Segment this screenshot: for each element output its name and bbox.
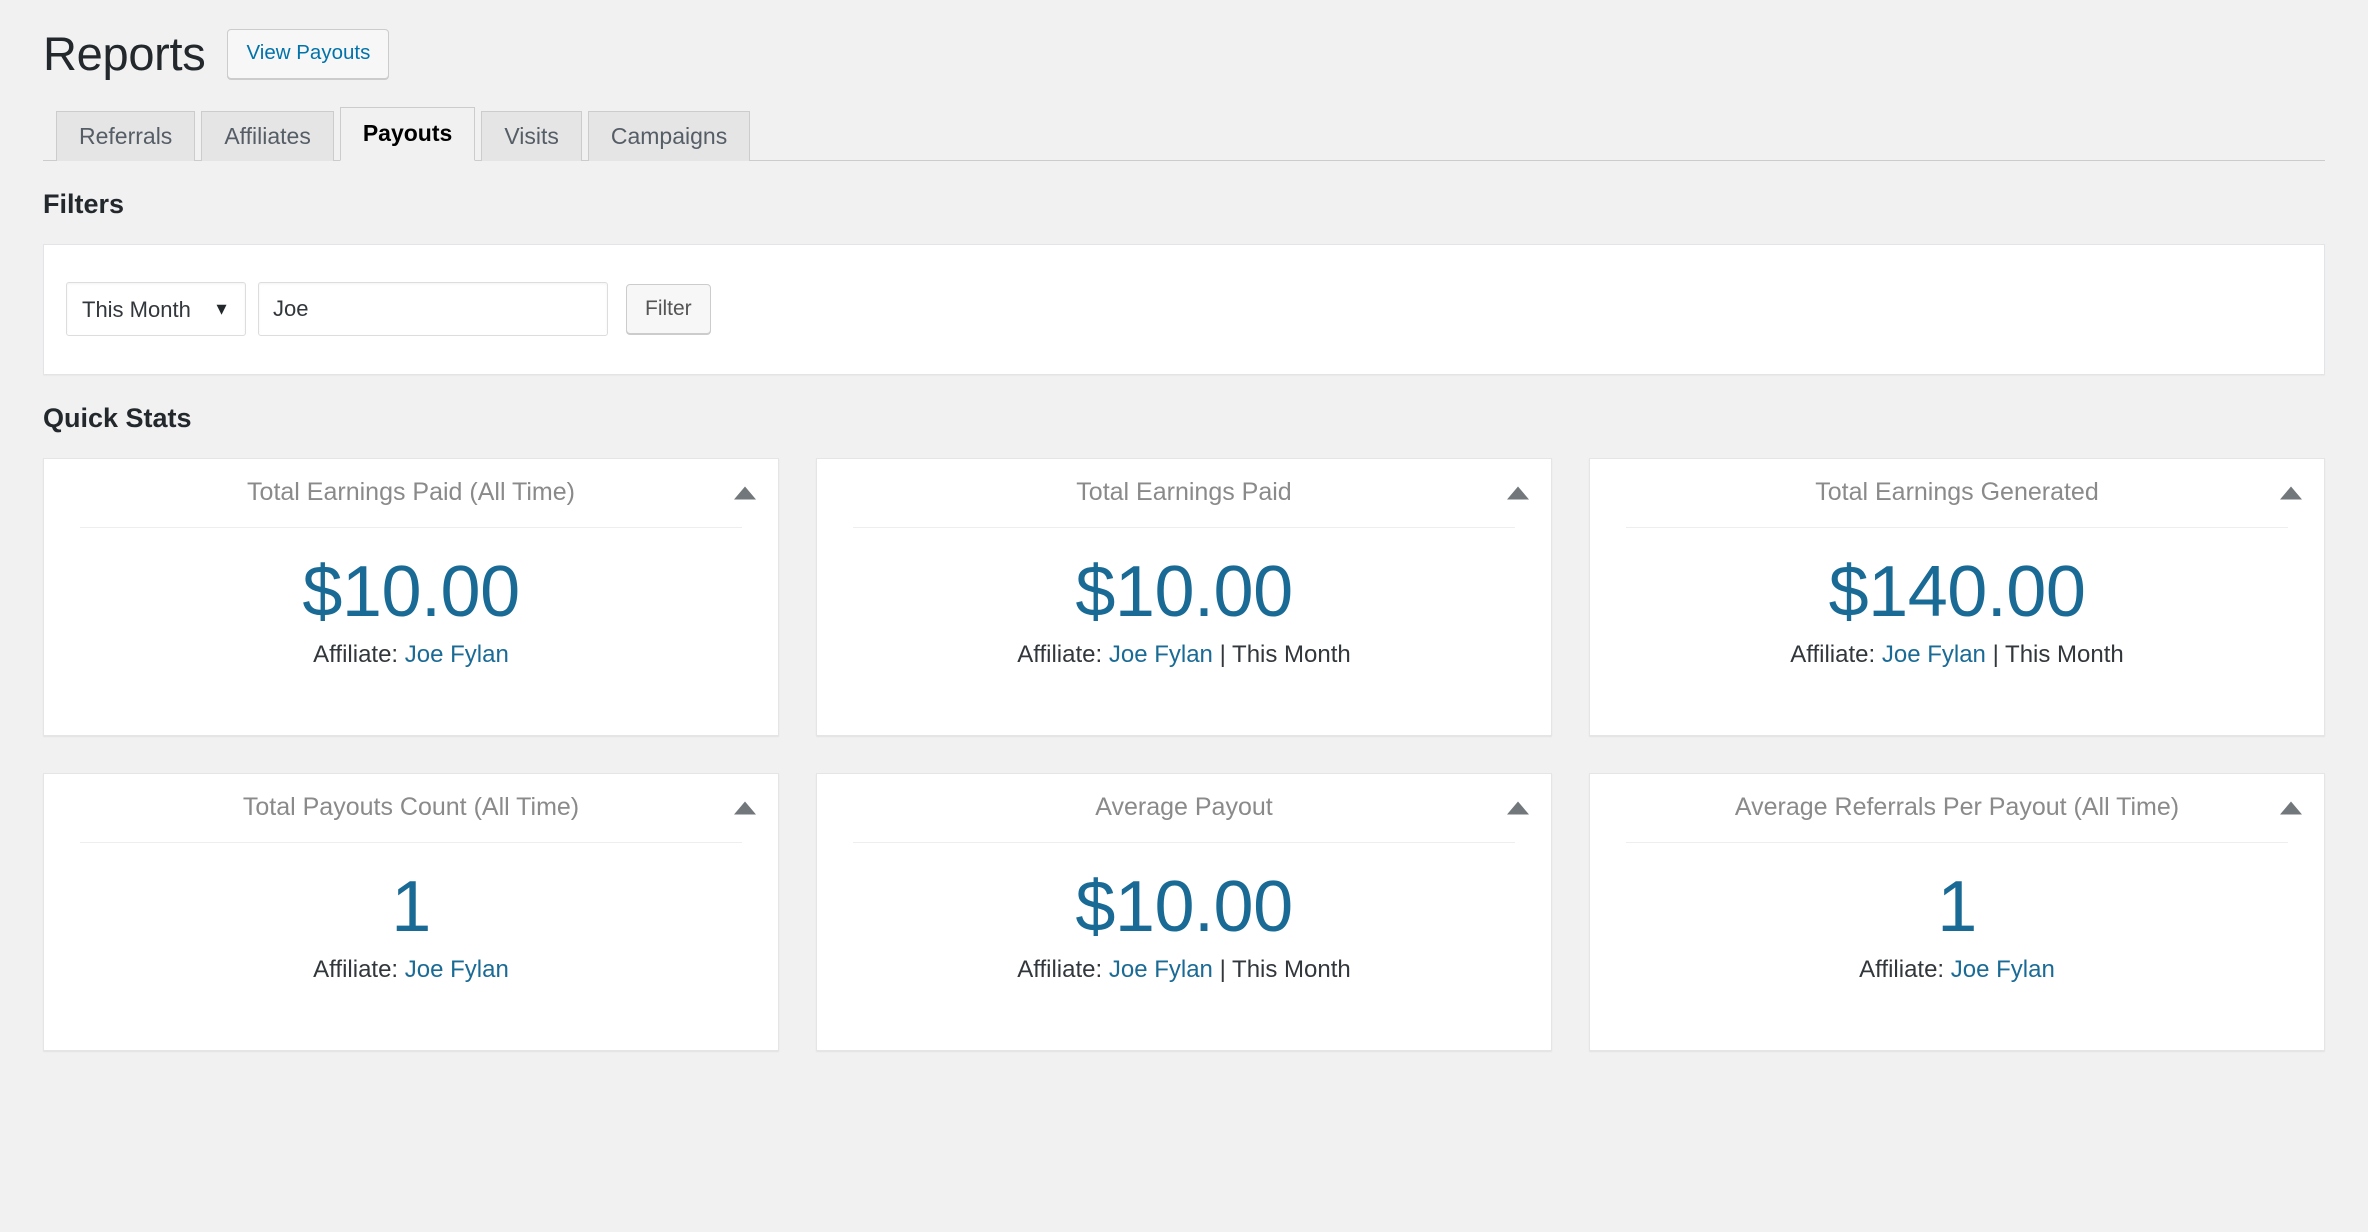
stat-card-body: 1 Affiliate: Joe Fylan: [1626, 841, 2288, 1050]
caret-up-icon[interactable]: [1507, 801, 1529, 815]
stat-card-header: Total Payouts Count (All Time): [44, 774, 778, 842]
affiliate-link[interactable]: Joe Fylan: [405, 956, 509, 983]
stat-meta: Affiliate: Joe Fylan: [313, 956, 509, 985]
stat-card-header: Total Earnings Generated: [1590, 459, 2324, 527]
stat-card-header: Total Earnings Paid (All Time): [44, 459, 778, 527]
stat-card-title: Average Referrals Per Payout (All Time): [1734, 793, 2180, 822]
stat-meta: Affiliate: Joe Fylan | This Month: [1790, 641, 2124, 670]
affiliate-link[interactable]: Joe Fylan: [1951, 956, 2055, 983]
stat-card-title: Total Earnings Generated: [1815, 478, 2099, 507]
stat-card-average-payout: Average Payout $10.00 Affiliate: Joe Fyl…: [816, 772, 1552, 1051]
stat-value: 1: [391, 866, 431, 947]
affiliate-link[interactable]: Joe Fylan: [1882, 641, 1986, 668]
stat-value: $10.00: [302, 551, 520, 632]
affiliate-link[interactable]: Joe Fylan: [405, 641, 509, 668]
stat-meta-prefix: Affiliate:: [1017, 955, 1103, 983]
stat-card-total-earnings-generated: Total Earnings Generated $140.00 Affilia…: [1589, 457, 2325, 736]
tab-referrals[interactable]: Referrals: [56, 110, 196, 161]
quick-stats-grid: Total Earnings Paid (All Time) $10.00 Af…: [43, 457, 2325, 1051]
stat-card-title: Total Earnings Paid: [1076, 478, 1292, 507]
stat-meta: Affiliate: Joe Fylan: [1859, 956, 2055, 985]
date-range-select-wrapper: This Month ▼: [66, 282, 246, 337]
date-range-select[interactable]: This Month: [66, 282, 246, 337]
stat-card-header: Average Payout: [817, 774, 1551, 842]
affiliate-link[interactable]: Joe Fylan: [1109, 641, 1213, 668]
stat-meta: Affiliate: Joe Fylan: [313, 641, 509, 670]
stat-meta: Affiliate: Joe Fylan | This Month: [1017, 641, 1351, 670]
quick-stats-heading: Quick Stats: [43, 402, 192, 433]
stat-card-title: Average Payout: [1095, 793, 1273, 822]
stat-card-total-payouts-count-all-time: Total Payouts Count (All Time) 1 Affilia…: [43, 772, 779, 1051]
filter-submit-button[interactable]: Filter: [626, 284, 711, 335]
caret-up-icon[interactable]: [2280, 801, 2302, 815]
stat-meta: Affiliate: Joe Fylan | This Month: [1017, 956, 1351, 985]
stat-card-body: $10.00 Affiliate: Joe Fylan | This Month: [853, 841, 1515, 1050]
caret-up-icon[interactable]: [2280, 486, 2302, 500]
stat-value: $10.00: [1075, 866, 1293, 947]
caret-up-icon[interactable]: [1507, 486, 1529, 500]
filters-heading: Filters: [43, 188, 125, 219]
stat-card-body: $140.00 Affiliate: Joe Fylan | This Mont…: [1626, 526, 2288, 735]
filters-panel: This Month ▼ Filter: [43, 243, 2325, 375]
stat-card-body: 1 Affiliate: Joe Fylan: [80, 841, 742, 1050]
stat-meta-suffix: | This Month: [1212, 640, 1351, 668]
page-header: Reports View Payouts: [43, 0, 2325, 80]
stat-card-header: Average Referrals Per Payout (All Time): [1590, 774, 2324, 842]
affiliate-search-input[interactable]: [258, 282, 608, 337]
page-title: Reports: [43, 27, 206, 80]
stat-card-title: Total Payouts Count (All Time): [242, 793, 580, 822]
stat-value: 1: [1937, 866, 1977, 947]
stat-meta-prefix: Affiliate:: [1790, 640, 1876, 668]
stat-value: $140.00: [1828, 551, 2086, 632]
stat-meta-suffix: | This Month: [1212, 955, 1351, 983]
reports-page: Reports View Payouts Referrals Affiliate…: [0, 0, 2368, 1232]
caret-up-icon[interactable]: [734, 486, 756, 500]
stat-card-body: $10.00 Affiliate: Joe Fylan | This Month: [853, 526, 1515, 735]
stat-card-title: Total Earnings Paid (All Time): [247, 478, 575, 507]
tab-visits[interactable]: Visits: [481, 110, 582, 161]
affiliate-link[interactable]: Joe Fylan: [1109, 956, 1213, 983]
stat-card-header: Total Earnings Paid: [817, 459, 1551, 527]
stat-card-total-earnings-paid-all-time: Total Earnings Paid (All Time) $10.00 Af…: [43, 457, 779, 736]
stat-meta-prefix: Affiliate:: [313, 640, 399, 668]
stat-card-total-earnings-paid: Total Earnings Paid $10.00 Affiliate: Jo…: [816, 457, 1552, 736]
tab-payouts[interactable]: Payouts: [339, 106, 476, 161]
stat-meta-prefix: Affiliate:: [1017, 640, 1103, 668]
tab-affiliates[interactable]: Affiliates: [201, 110, 334, 161]
view-payouts-button[interactable]: View Payouts: [227, 29, 390, 79]
stat-meta-prefix: Affiliate:: [313, 955, 399, 983]
tab-campaigns[interactable]: Campaigns: [587, 110, 751, 161]
reports-tabs: Referrals Affiliates Payouts Visits Camp…: [43, 105, 2325, 161]
stat-meta-suffix: | This Month: [1985, 640, 2124, 668]
stat-meta-prefix: Affiliate:: [1859, 955, 1945, 983]
caret-up-icon[interactable]: [734, 801, 756, 815]
stat-value: $10.00: [1075, 551, 1293, 632]
stat-card-body: $10.00 Affiliate: Joe Fylan: [80, 526, 742, 735]
stat-card-average-referrals-per-payout-all-time: Average Referrals Per Payout (All Time) …: [1589, 772, 2325, 1051]
